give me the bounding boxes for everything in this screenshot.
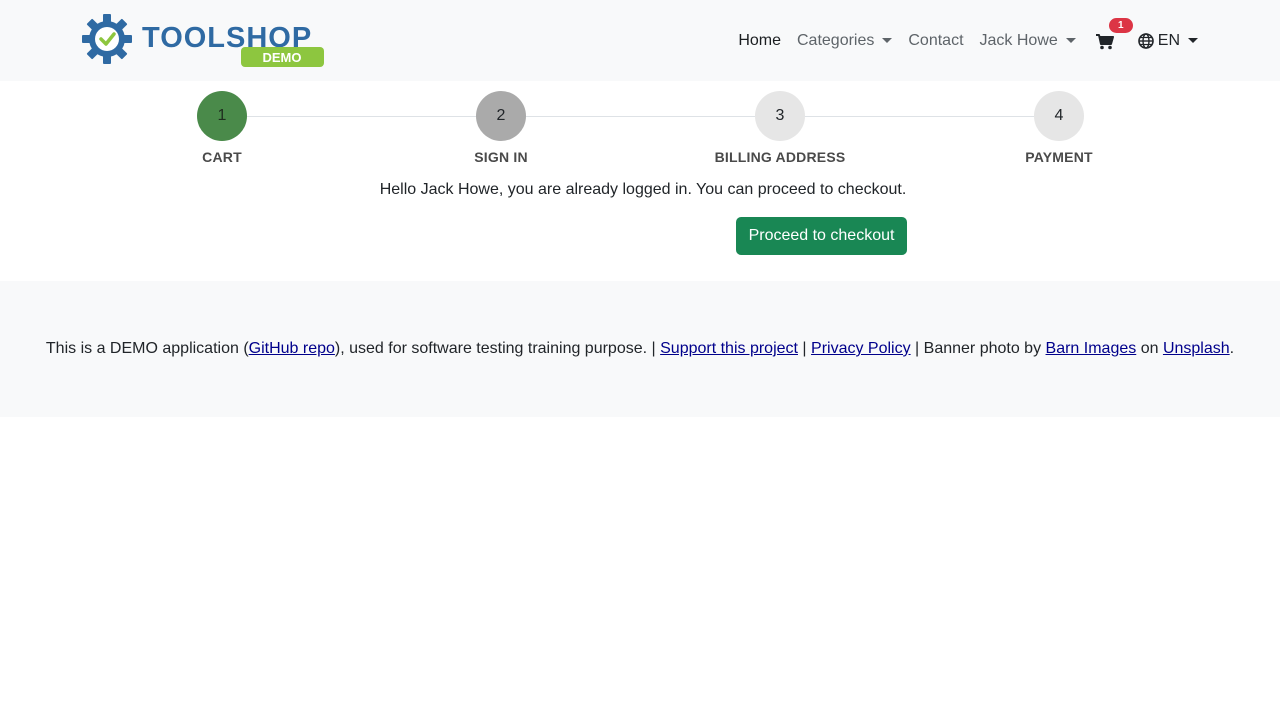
nav-home[interactable]: Home — [738, 32, 781, 50]
checkout-steps: 1 CART 2 SIGN IN 3 BILLING ADDRESS 4 PAY… — [0, 81, 1280, 181]
language-label: EN — [1157, 31, 1180, 49]
step-label: BILLING ADDRESS — [714, 149, 846, 165]
privacy-policy-link[interactable]: Privacy Policy — [811, 340, 911, 357]
footer-text-segment: ), used for software testing training pu… — [334, 340, 661, 357]
step-number: 3 — [755, 91, 805, 141]
nav-categories-label: Categories — [797, 31, 875, 49]
gear-logo-icon — [82, 14, 132, 64]
support-project-link[interactable]: Support this project — [660, 340, 798, 357]
step-number: 1 — [197, 91, 247, 141]
nav-contact[interactable]: Contact — [908, 32, 963, 50]
proceed-to-checkout-button[interactable]: Proceed to checkout — [736, 217, 907, 255]
footer-text-segment: . — [1229, 340, 1235, 357]
steps-connector-line — [222, 116, 1058, 117]
footer-text-segment: on — [1136, 340, 1163, 357]
step-cart: 1 CART — [122, 91, 322, 165]
top-navbar: TOOLSHOP DEMO Home Categories Contact Ja… — [0, 0, 1280, 81]
chevron-down-icon — [1065, 38, 1076, 43]
chevron-down-icon — [1188, 38, 1198, 43]
step-label: SIGN IN — [474, 149, 528, 165]
unsplash-link[interactable]: Unsplash — [1163, 340, 1230, 357]
nav-categories-dropdown[interactable]: Categories — [797, 31, 893, 50]
chevron-down-icon — [882, 38, 893, 43]
cart-button[interactable]: 1 — [1095, 17, 1133, 54]
footer-separator: | — [797, 340, 812, 357]
user-name: Jack Howe — [979, 31, 1058, 49]
cart-count-badge: 1 — [1108, 17, 1133, 33]
language-dropdown[interactable]: EN — [1137, 31, 1198, 50]
barn-images-link[interactable]: Barn Images — [1046, 340, 1137, 357]
step-label: PAYMENT — [1025, 149, 1093, 165]
user-menu-dropdown[interactable]: Jack Howe — [980, 32, 1076, 50]
main-nav: Home Categories Contact Jack Howe 1 EN — [722, 0, 1198, 81]
step-number: 2 — [476, 91, 526, 141]
footer-text-segment: This is a DEMO application ( — [45, 340, 249, 357]
cart-icon — [1095, 33, 1114, 49]
checkout-actions: Proceed to checkout — [0, 199, 1280, 259]
footer-text-segment: | Banner photo by — [910, 340, 1046, 357]
github-repo-link[interactable]: GitHub repo — [249, 340, 335, 357]
footer: This is a DEMO application (GitHub repo)… — [0, 281, 1280, 417]
svg-text:DEMO: DEMO — [263, 50, 302, 65]
step-payment: 4 PAYMENT — [959, 91, 1159, 165]
step-billing-address: 3 BILLING ADDRESS — [680, 91, 880, 165]
logged-in-message: Hello Jack Howe, you are already logged … — [379, 181, 907, 198]
toolshop-logo[interactable]: TOOLSHOP DEMO — [80, 12, 330, 70]
globe-icon — [1137, 32, 1154, 49]
step-number: 4 — [1034, 91, 1084, 141]
footer-text: This is a DEMO application (GitHub repo)… — [46, 340, 1234, 358]
step-sign-in: 2 SIGN IN — [401, 91, 601, 165]
step-label: CART — [202, 149, 242, 165]
